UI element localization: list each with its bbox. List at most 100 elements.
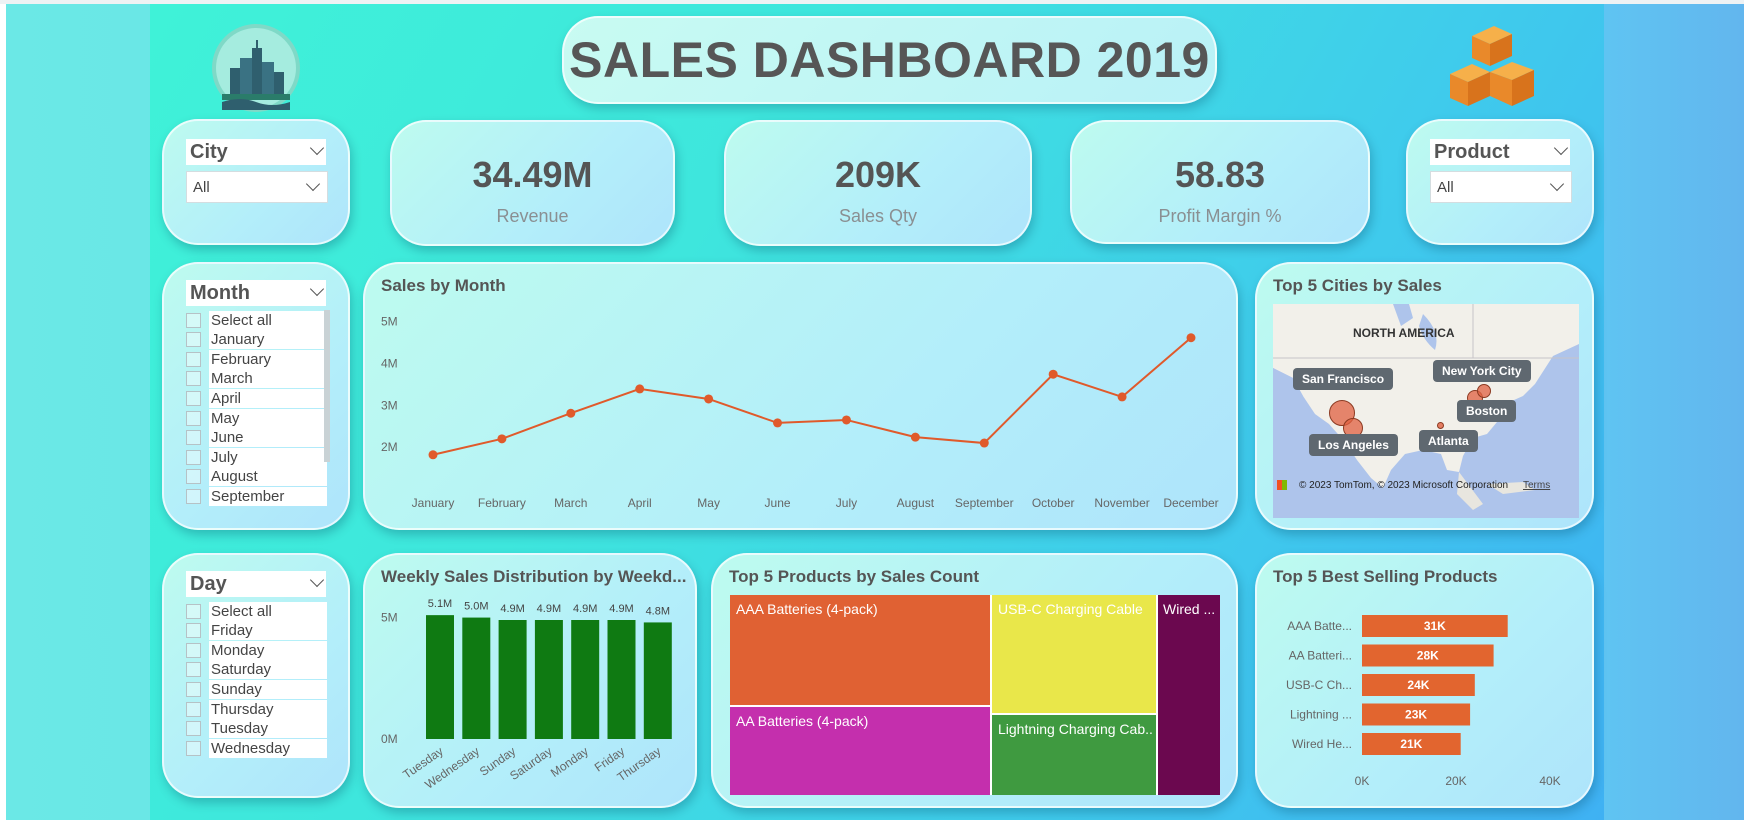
checkbox[interactable] [186,740,201,756]
bar[interactable] [426,615,454,739]
y-tick-label: USB-C Ch... [1286,678,1352,692]
checkbox[interactable] [186,721,201,737]
data-point[interactable] [910,432,920,442]
data-label: 28K [1417,649,1439,663]
city-dropdown[interactable]: All [186,171,328,203]
x-tick-label: January [412,496,455,510]
treemap-tile[interactable]: USB-C Charging Cable [992,595,1158,715]
treemap-tile[interactable]: Wired ... [1158,595,1220,795]
slicer-option[interactable]: Select all [186,601,327,621]
product-dropdown[interactable]: All [1430,171,1572,203]
bar[interactable] [571,620,600,739]
checkbox[interactable] [186,351,201,367]
data-label: 5.1M [428,598,452,610]
y-tick-label: AAA Batte... [1287,619,1352,633]
slicer-option[interactable]: August [186,467,327,487]
slicer-option-label: Wednesday [209,738,327,758]
map-city-label: San Francisco [1293,368,1394,390]
x-tick-label: April [628,496,652,510]
checkbox[interactable] [186,681,201,697]
product-slicer: Product All [1406,119,1594,245]
slicer-option[interactable]: April [186,388,327,408]
data-point[interactable] [1048,369,1058,379]
data-point[interactable] [497,434,507,444]
slicer-option[interactable]: January [186,330,327,350]
slicer-option[interactable]: Saturday [186,660,327,680]
slicer-option[interactable]: Sunday [186,679,327,699]
kpi-sales-qty-card: 209K Sales Qty [724,120,1032,246]
checkbox[interactable] [186,312,201,328]
checkbox[interactable] [186,332,201,348]
data-point[interactable] [635,384,645,394]
checkbox[interactable] [186,623,201,639]
data-point[interactable] [979,438,989,448]
slicer-option[interactable]: Wednesday [186,738,327,758]
checkbox[interactable] [186,642,201,658]
treemap-tile[interactable]: AAA Batteries (4-pack) [730,595,992,707]
data-point[interactable] [566,408,576,418]
data-point[interactable] [704,394,714,404]
slicer-option-label: Tuesday [209,719,327,739]
slicer-option-label: Saturday [209,660,327,680]
checkbox[interactable] [186,371,201,387]
bar[interactable] [643,622,672,739]
data-point[interactable] [1117,392,1127,402]
x-tick-label: 20K [1445,774,1466,788]
month-slicer-title: Month [186,280,326,306]
data-label: 5.0M [464,601,488,613]
slicer-option[interactable]: June [186,428,327,448]
checkbox[interactable] [186,662,201,678]
checkbox[interactable] [186,701,201,717]
data-point[interactable] [1186,333,1196,343]
top-cities-map-card: Top 5 Cities by Sales NORTH AMERICA San … [1255,262,1594,530]
page-right-strip [1604,4,1744,820]
treemap-tile[interactable]: Lightning Charging Cab... [992,715,1158,795]
day-slicer: Day Select all Friday Monday Saturday Sunday… [162,553,350,798]
checkbox[interactable] [186,488,201,504]
data-point[interactable] [428,450,438,460]
data-label: 4.9M [609,603,633,615]
checkbox[interactable] [186,430,201,446]
slicer-option[interactable]: Friday [186,621,327,641]
data-point[interactable] [841,415,851,425]
city-bubble[interactable] [1477,384,1491,398]
slicer-option[interactable]: February [186,349,327,369]
slicer-option[interactable]: May [186,408,327,428]
map-area[interactable]: NORTH AMERICA San Francisco New York Cit… [1273,304,1579,518]
best-selling-card: Top 5 Best Selling Products AAA Batte...… [1255,553,1594,808]
x-tick-label: Monday [548,744,591,780]
treemap-tile[interactable]: AA Batteries (4-pack) [730,707,992,795]
data-point[interactable] [773,418,783,428]
y-tick-label: 4M [381,356,398,370]
slicer-option[interactable]: Thursday [186,699,327,719]
bar[interactable] [607,620,636,739]
slicer-option[interactable]: Monday [186,640,327,660]
chart-title: Top 5 Products by Sales Count [729,567,979,586]
x-tick-label: August [897,496,935,510]
checkbox[interactable] [186,410,201,426]
slicer-option[interactable]: September [186,486,327,506]
bar[interactable] [534,620,563,739]
slicer-option[interactable]: Select all [186,310,327,330]
bar[interactable] [462,617,491,739]
slicer-option-label: June [209,428,327,448]
checkbox[interactable] [186,469,201,485]
bar[interactable] [498,620,527,739]
checkbox[interactable] [186,449,201,465]
slicer-option-label: April [209,388,327,408]
weekly-sales-card: Weekly Sales Distribution by Weekd... 5M… [363,553,697,808]
scrollbar[interactable] [324,310,330,462]
checkbox[interactable] [186,603,201,619]
slicer-option-label: September [209,486,327,506]
slicer-option[interactable]: July [186,447,327,467]
map-terms-link[interactable]: Terms [1523,480,1550,491]
slicer-option[interactable]: Tuesday [186,719,327,739]
x-tick-label: December [1163,496,1218,510]
x-tick-label: July [836,496,857,510]
slicer-option[interactable]: March [186,369,327,389]
slicer-option-label: May [209,408,327,428]
treemap-label: AAA Batteries (4-pack) [736,601,878,617]
x-tick-label: March [554,496,587,510]
checkbox[interactable] [186,390,201,406]
city-bubble[interactable] [1437,422,1444,429]
